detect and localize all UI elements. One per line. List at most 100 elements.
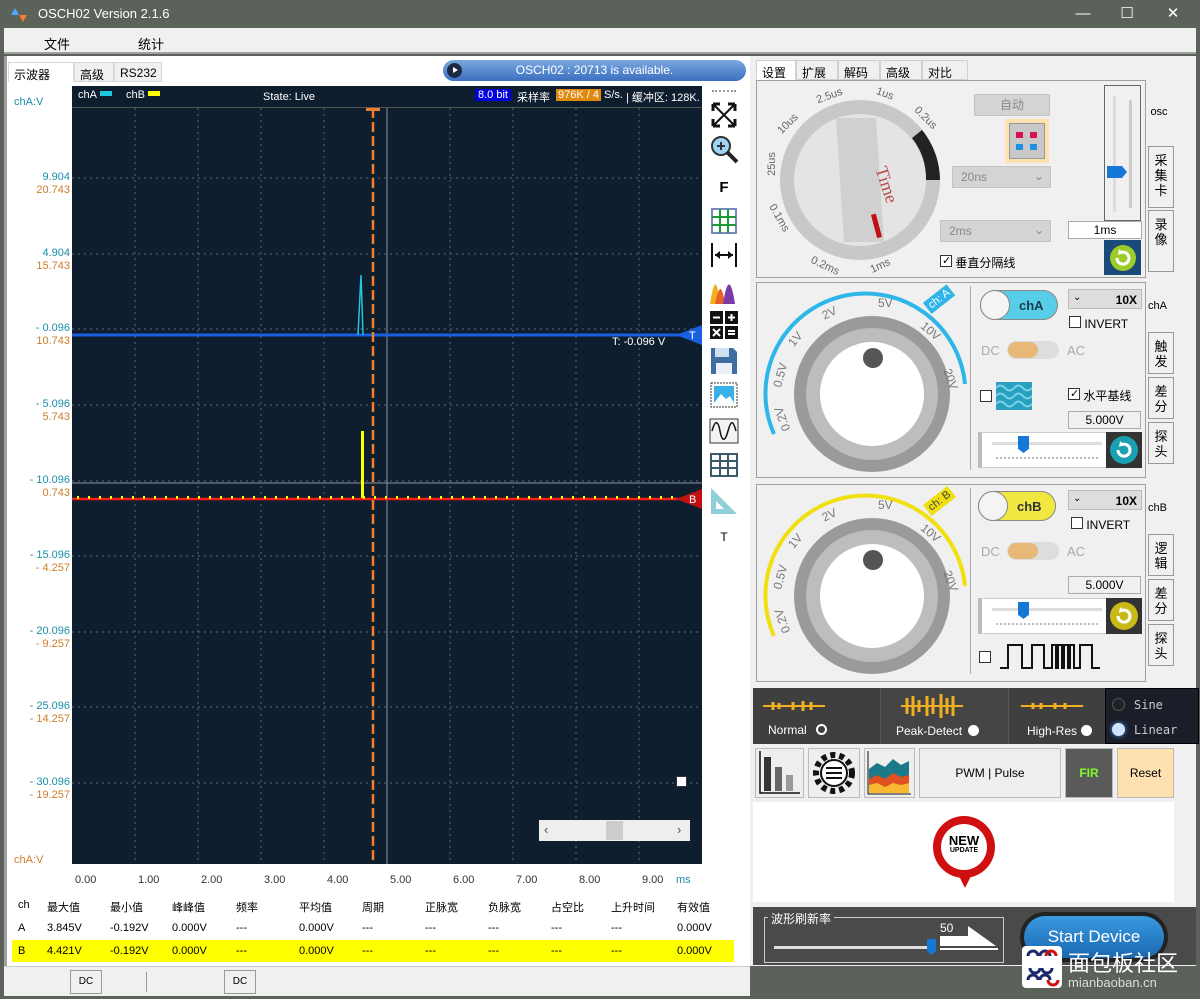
side-tab-capture[interactable]: 采集卡 [1148,146,1174,208]
channel-b-invert[interactable]: INVERT [1071,517,1130,532]
slider-thumb[interactable] [1018,602,1029,619]
side-tab-osc[interactable]: osc [1146,82,1172,140]
update-banner[interactable]: OSCH02 : 20713 is available. [443,60,746,81]
zoom-in-icon[interactable] [708,134,740,164]
slider-thumb[interactable] [1018,436,1029,453]
dc-button-b[interactable]: DC [224,970,256,994]
channel-a-baseline-checkbox[interactable] [1068,388,1080,400]
timebase-reset-button[interactable] [1104,240,1141,275]
menu-stats[interactable]: 统计 [138,34,164,53]
save-icon[interactable] [708,346,740,376]
tab-extend[interactable]: 扩展 [796,60,838,80]
chb-side-tab[interactable]: 探头 [1148,624,1174,666]
channel-a-toggle[interactable]: chA [980,290,1058,320]
new-update-badge[interactable]: NEW UPDATE [933,816,995,878]
chb-side-tab[interactable]: 差分 [1148,579,1174,621]
channel-a-coupling-switch[interactable] [1007,341,1059,359]
area-chart-button[interactable] [864,748,915,798]
channel-a-baseline[interactable]: 水平基线 [1068,387,1131,404]
tab-oscilloscope[interactable]: 示波器 [8,62,74,82]
channel-a-invert-checkbox[interactable] [1069,316,1081,328]
tab-advanced[interactable]: 高级 [74,62,114,82]
horizontal-scrollbar[interactable]: ‹ › [539,820,690,841]
bar-chart-button[interactable] [755,748,804,798]
reset-button[interactable]: Reset [1117,748,1174,798]
channel-a-probe-combo[interactable]: ⌄ 10X [1068,289,1142,309]
linear-radio[interactable] [1112,723,1125,736]
math-icon[interactable] [708,310,740,340]
channel-a-dc-label: DC [981,343,1000,358]
tab-compare[interactable]: 对比图 [922,60,968,97]
pwm-pulse-button[interactable]: PWM | Pulse [919,748,1061,798]
cha-side-tab[interactable]: 差分 [1148,377,1174,419]
cha-side-tab[interactable]: 触发 [1148,332,1174,374]
dc-button-a[interactable]: DC [70,970,102,994]
timebase-combo[interactable]: 2ms ⌄ [940,220,1051,242]
channel-link-button[interactable] [1005,119,1049,163]
cha-side-tab[interactable]: 探头 [1148,422,1174,464]
maximize-button[interactable]: ☐ [1104,0,1150,28]
mode-peak-detect[interactable]: Peak-Detect [881,688,1009,744]
scope-corner-box[interactable] [676,776,687,787]
screenshot-icon[interactable] [708,380,740,410]
high-res-radio[interactable] [1081,725,1092,736]
grid-icon[interactable] [708,206,740,236]
table-icon[interactable] [708,450,740,480]
tab-decode[interactable]: 解码 [838,60,880,80]
settings-gear-button[interactable] [808,748,860,798]
timebase-slider[interactable] [1104,85,1141,221]
channel-a-reset-button[interactable] [1106,432,1142,468]
channel-b-probe-combo[interactable]: ⌄ 10X [1068,490,1142,510]
channel-b-invert-checkbox[interactable] [1071,517,1083,529]
vertical-divider-option[interactable]: 垂直分隔线 [940,254,1015,271]
tab-settings[interactable]: 设置 [756,60,796,80]
channel-b-coupling-switch[interactable] [1007,542,1059,560]
spectrum-icon[interactable] [708,276,740,306]
mode-normal[interactable]: Normal [753,688,881,744]
tab-advanced-right[interactable]: 高级 [880,60,922,80]
channel-b-noise [187,496,189,499]
chb-side-tab[interactable]: 逻辑 [1148,534,1174,576]
link-channels-icon [1009,123,1045,159]
text-tool-icon[interactable]: T [708,522,740,552]
channel-b-volts-knob[interactable] [760,486,975,681]
channel-b-reset-button[interactable] [1106,598,1142,634]
minimize-button[interactable]: — [1060,0,1106,28]
channel-b-toggle[interactable]: chB [978,491,1056,521]
fir-button[interactable]: FIR [1065,748,1113,798]
table-row[interactable]: A 3.845V -0.192V 0.000V --- 0.000V --- --- --- --… [12,917,734,939]
format-f-icon[interactable]: F [708,172,740,202]
close-button[interactable]: ✕ [1150,0,1196,28]
cha-side-tab-title[interactable]: chA [1148,300,1167,312]
y-tick-b: 5.743 [42,411,70,423]
auto-button[interactable]: 自动 [974,94,1050,116]
sine-radio[interactable] [1112,698,1125,711]
table-row[interactable]: B 4.421V -0.192V 0.000V --- 0.000V --- --- --- --… [12,940,734,962]
channel-b-noise [528,496,530,499]
refresh-rate-slider[interactable] [774,946,934,949]
vertical-divider-checkbox[interactable] [940,255,952,267]
channel-b-noise [561,496,563,499]
side-tab-record[interactable]: 录像 [1148,210,1174,272]
mode-high-res[interactable]: High-Res [1009,688,1105,744]
channel-a-filter-checkbox[interactable] [980,390,992,402]
toolbar-grip[interactable] [712,90,736,92]
slider-thumb[interactable] [1107,166,1127,178]
channel-a-volts-knob[interactable] [760,284,975,479]
trigger-time-combo[interactable]: 20ns ⌄ [952,166,1051,188]
normal-radio[interactable] [816,724,827,735]
chevron-down-icon: ⌄ [1033,169,1044,183]
channel-a-invert[interactable]: INVERT [1069,316,1128,331]
tab-rs232[interactable]: RS232 [114,62,162,82]
ruler-triangle-icon[interactable] [708,486,740,516]
menu-file[interactable]: 文件 [44,34,70,53]
scroll-right-icon[interactable]: › [677,822,681,837]
scroll-left-icon[interactable]: ‹ [544,822,548,837]
measure-width-icon[interactable] [708,240,740,270]
peak-detect-radio[interactable] [968,725,979,736]
chb-side-tab-title[interactable]: chB [1148,502,1167,514]
waveform-view-icon[interactable] [708,416,740,446]
channel-b-logic-checkbox[interactable] [979,651,991,663]
fit-screen-icon[interactable] [708,100,740,130]
scroll-thumb[interactable] [606,821,623,840]
